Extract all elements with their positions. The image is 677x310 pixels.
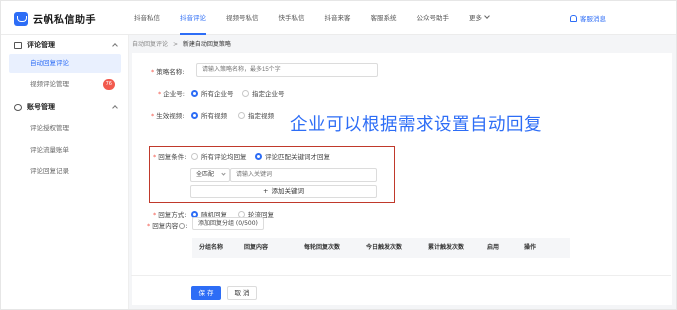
chevron-up-icon[interactable] — [112, 105, 118, 111]
nav-tab-douyin-laike[interactable]: 抖音来客 — [325, 1, 351, 35]
colon: : — [185, 222, 188, 230]
sidebar-item-video-comments[interactable]: 视频评论管理 76 — [9, 75, 121, 94]
sidebar-item-comment-auth[interactable]: 评论授权管理 — [9, 119, 121, 138]
bell-icon — [570, 14, 577, 22]
chevron-up-icon[interactable] — [112, 43, 118, 49]
nav-tab-channels-dm[interactable]: 视频号私信 — [226, 1, 259, 35]
column-header: 累计触发次数 — [428, 244, 465, 251]
top-navigation-bar: 云帆私信助手 抖音私信 抖音评论 视频号私信 快手私信 抖音来客 客服系统 公众… — [1, 1, 676, 35]
breadcrumb-parent[interactable]: 自动回复评论 — [132, 41, 168, 48]
app-name: 云帆私信助手 — [33, 15, 96, 26]
cancel-button[interactable]: 取 消 — [227, 286, 257, 300]
column-header: 回复内容 — [244, 244, 269, 251]
sidebar-section-comments[interactable]: 评论管理 — [14, 40, 55, 50]
column-header: 启用 — [487, 244, 500, 251]
sidebar-section-title: 评论管理 — [27, 41, 55, 49]
unread-count-badge: 76 — [102, 79, 115, 90]
lower-form-layer: * 回复内容: 添加回复分组 (0/500) 分组名称 回复内容 每轮回复次数 今… — [131, 52, 671, 304]
sidebar-item-reply-log[interactable]: 评论回复记录 — [9, 162, 121, 181]
nav-tab-official-account[interactable]: 公众号助手 — [417, 1, 450, 35]
save-button[interactable]: 保 存 — [191, 286, 221, 300]
nav-tab-kuaishou-dm[interactable]: 快手私信 — [279, 1, 305, 35]
column-header: 分组名称 — [199, 244, 224, 251]
column-header: 操作 — [524, 244, 537, 251]
nav-tab-douyin-dm[interactable]: 抖音私信 — [134, 1, 160, 35]
account-management-icon — [14, 103, 22, 111]
sidebar-item-auto-reply[interactable]: 自动回复评论 — [9, 54, 121, 73]
nav-more-menu[interactable]: 更多 — [469, 1, 490, 35]
sidebar-item-label: 评论回复记录 — [30, 167, 69, 175]
chat-bubble-icon — [14, 11, 28, 26]
reply-content-label-text: 回复内容 — [152, 222, 179, 230]
nav-tab-douyin-comments[interactable]: 抖音评论 — [180, 1, 206, 35]
sidebar-item-comment-billing[interactable]: 评论流量账单 — [9, 141, 121, 160]
sidebar-section-accounts[interactable]: 账号管理 — [14, 102, 55, 112]
nav-tab-service-system[interactable]: 客服系统 — [371, 1, 397, 35]
form-footer: 保 存 取 消 — [131, 275, 671, 304]
sidebar: 评论管理 自动回复评论 视频评论管理 76 账号管理 评论授权管理 评论流量账单… — [1, 35, 129, 309]
column-header: 今日触发次数 — [366, 244, 403, 251]
required-mark: * — [147, 222, 151, 230]
breadcrumb: 自动回复评论 > 新建自动回复策略 — [132, 39, 231, 48]
sidebar-section-title: 账号管理 — [27, 103, 55, 111]
main-nav: 抖音私信 抖音评论 视频号私信 快手私信 抖音来客 客服系统 公众号助手 更多 — [134, 1, 509, 35]
customer-messages-link[interactable]: 客服消息 — [570, 13, 606, 23]
chevron-down-icon — [484, 13, 490, 19]
breadcrumb-separator: > — [172, 41, 178, 48]
reply-content-label: * 回复内容: — [147, 220, 187, 230]
reply-table-header: 分组名称 回复内容 每轮回复次数 今日触发次数 累计触发次数 启用 操作 — [192, 238, 570, 258]
sidebar-item-label: 自动回复评论 — [30, 59, 69, 67]
app-logo[interactable]: 云帆私信助手 — [14, 11, 96, 26]
sidebar-item-label: 评论授权管理 — [30, 124, 69, 132]
sidebar-item-label: 视频评论管理 — [30, 80, 69, 88]
comment-management-icon — [14, 41, 22, 49]
sidebar-item-label: 评论流量账单 — [30, 146, 69, 154]
nav-more-label: 更多 — [469, 14, 482, 22]
breadcrumb-current: 新建自动回复策略 — [182, 41, 231, 48]
column-header: 每轮回复次数 — [304, 244, 341, 251]
customer-messages-label: 客服消息 — [580, 15, 606, 23]
add-reply-group-button[interactable]: 添加回复分组 (0/500) — [192, 217, 264, 230]
